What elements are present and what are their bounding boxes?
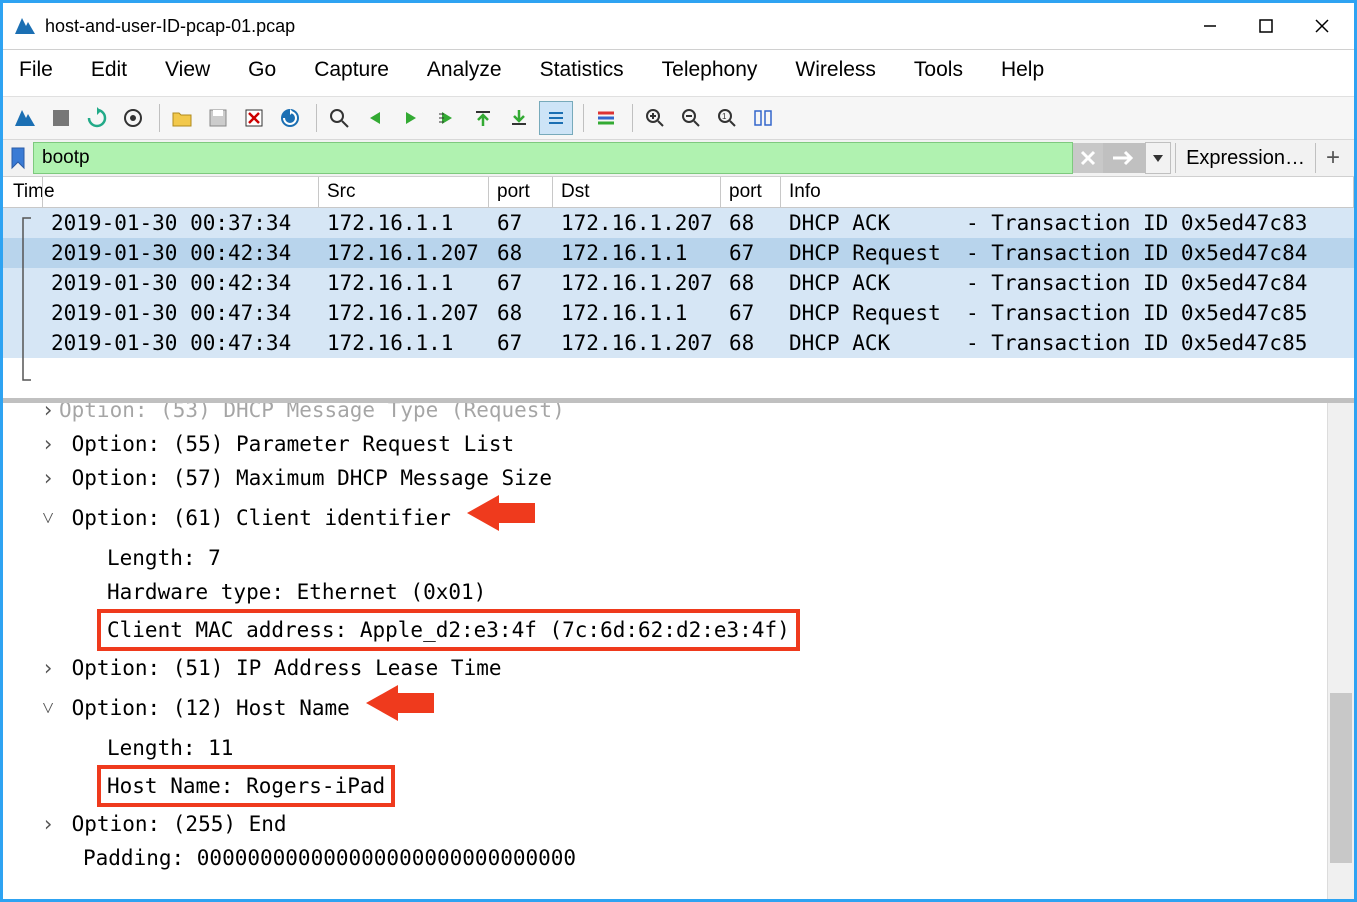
open-file-icon[interactable]: [166, 102, 198, 134]
packet-row[interactable]: 2019-01-30 00:47:34172.16.1.167172.16.1.…: [3, 328, 1354, 358]
detail-line[interactable]: Host Name: Rogers-iPad: [7, 765, 1323, 807]
packet-list-header: Time Src port Dst port Info: [3, 177, 1354, 208]
window-controls: [1182, 6, 1350, 46]
expression-button[interactable]: Expression…: [1175, 143, 1315, 173]
app-icon: [13, 14, 37, 38]
packet-row[interactable]: 2019-01-30 00:42:34172.16.1.20768172.16.…: [3, 238, 1354, 268]
col-src[interactable]: Src: [319, 177, 489, 207]
detail-line[interactable]: Length: 11: [7, 731, 1323, 765]
menu-edit[interactable]: Edit: [83, 54, 135, 86]
menu-analyze[interactable]: Analyze: [419, 54, 510, 86]
display-filter-bar: Expression… +: [3, 140, 1354, 177]
packet-row[interactable]: 2019-01-30 00:47:34172.16.1.20768172.16.…: [3, 298, 1354, 328]
detail-line[interactable]: › Option: (57) Maximum DHCP Message Size: [7, 461, 1323, 495]
svg-text:1: 1: [722, 112, 727, 121]
bookmark-filter-icon[interactable]: [7, 143, 29, 173]
go-first-icon[interactable]: [467, 102, 499, 134]
menu-bar: File Edit View Go Capture Analyze Statistics Te…: [3, 50, 1354, 97]
menu-capture[interactable]: Capture: [306, 54, 397, 86]
detail-line[interactable]: Padding: 000000000000000000000000000000: [7, 841, 1323, 875]
highlighted-field: Host Name: Rogers-iPad: [97, 765, 395, 807]
menu-go[interactable]: Go: [240, 54, 284, 86]
detail-line[interactable]: ˅ Option: (12) Host Name: [7, 685, 1323, 731]
reload-file-icon[interactable]: [274, 102, 306, 134]
go-forward-icon[interactable]: [395, 102, 427, 134]
col-sport[interactable]: port: [489, 177, 553, 207]
capture-options-icon[interactable]: [117, 102, 149, 134]
highlight-arrow-icon: [364, 685, 436, 731]
close-file-icon[interactable]: [238, 102, 270, 134]
zoom-out-icon[interactable]: [675, 102, 707, 134]
stop-capture-icon[interactable]: [45, 102, 77, 134]
restart-capture-icon[interactable]: [81, 102, 113, 134]
go-back-icon[interactable]: [359, 102, 391, 134]
shark-fin-icon[interactable]: [9, 102, 41, 134]
zoom-reset-icon[interactable]: 1: [711, 102, 743, 134]
go-last-icon[interactable]: [503, 102, 535, 134]
detail-line[interactable]: › Option: (51) IP Address Lease Time: [7, 651, 1323, 685]
highlighted-field: Client MAC address: Apple_d2:e3:4f (7c:6…: [97, 609, 800, 651]
filter-history-dropdown[interactable]: [1145, 142, 1171, 174]
scrollbar-thumb[interactable]: [1330, 693, 1352, 863]
col-dport[interactable]: port: [721, 177, 781, 207]
detail-line[interactable]: Hardware type: Ethernet (0x01): [7, 575, 1323, 609]
zoom-in-icon[interactable]: [639, 102, 671, 134]
auto-scroll-icon[interactable]: [539, 101, 573, 135]
detail-line[interactable]: Client MAC address: Apple_d2:e3:4f (7c:6…: [7, 609, 1323, 651]
detail-line[interactable]: › Option: (55) Parameter Request List: [7, 427, 1323, 461]
menu-view[interactable]: View: [157, 54, 218, 86]
add-filter-button[interactable]: +: [1315, 143, 1350, 173]
menu-statistics[interactable]: Statistics: [532, 54, 632, 86]
window-title: host-and-user-ID-pcap-01.pcap: [45, 16, 1182, 37]
menu-tools[interactable]: Tools: [906, 54, 971, 86]
col-time[interactable]: Time: [3, 177, 319, 207]
close-button[interactable]: [1294, 6, 1350, 46]
app-window: host-and-user-ID-pcap-01.pcap File Edit Vi…: [0, 0, 1357, 902]
title-bar: host-and-user-ID-pcap-01.pcap: [3, 3, 1354, 50]
menu-help[interactable]: Help: [993, 54, 1052, 86]
save-file-icon[interactable]: [202, 102, 234, 134]
maximize-button[interactable]: [1238, 6, 1294, 46]
menu-wireless[interactable]: Wireless: [787, 54, 884, 86]
apply-filter-button[interactable]: [1103, 143, 1145, 173]
find-packet-icon[interactable]: [323, 102, 355, 134]
packet-list-pane: Time Src port Dst port Info 2019-01-30 0…: [3, 177, 1354, 399]
detail-line[interactable]: › Option: (255) End: [7, 807, 1323, 841]
display-filter-input[interactable]: [33, 142, 1073, 174]
packet-details-pane: › Option: (53) DHCP Message Type (Reques…: [3, 399, 1354, 899]
highlight-arrow-icon: [465, 495, 537, 541]
detail-line[interactable]: Length: 7: [7, 541, 1323, 575]
main-toolbar: 1: [3, 97, 1354, 140]
menu-telephony[interactable]: Telephony: [654, 54, 766, 86]
packet-row[interactable]: 2019-01-30 00:37:34172.16.1.167172.16.1.…: [3, 208, 1354, 238]
go-to-packet-icon[interactable]: [431, 102, 463, 134]
detail-line[interactable]: ˅ Option: (61) Client identifier: [7, 495, 1323, 541]
resize-columns-icon[interactable]: [747, 102, 779, 134]
colorize-icon[interactable]: [590, 102, 622, 134]
clear-filter-button[interactable]: [1073, 143, 1103, 173]
col-dst[interactable]: Dst: [553, 177, 721, 207]
col-info[interactable]: Info: [781, 177, 1354, 207]
minimize-button[interactable]: [1182, 6, 1238, 46]
packet-row[interactable]: 2019-01-30 00:42:34172.16.1.167172.16.1.…: [3, 268, 1354, 298]
menu-file[interactable]: File: [11, 54, 61, 86]
details-scrollbar[interactable]: [1327, 403, 1354, 899]
